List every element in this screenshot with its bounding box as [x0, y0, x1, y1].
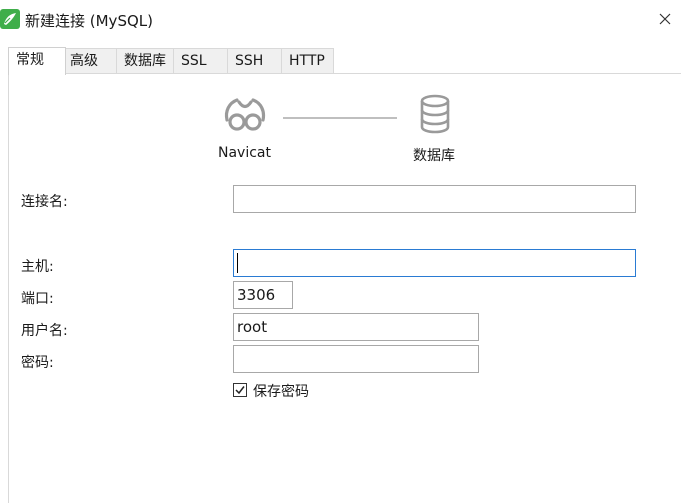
navicat-app-icon [0, 9, 20, 29]
username-label: 用户名: [21, 323, 68, 339]
tab-advanced[interactable]: 高级 [62, 48, 117, 73]
tab-database[interactable]: 数据库 [116, 48, 174, 73]
port-input[interactable] [233, 281, 293, 309]
connection-line [283, 117, 397, 119]
navicat-label: Navicat [218, 145, 271, 161]
title-bar: 新建连接 (MySQL) [0, 0, 681, 38]
save-password-checkbox[interactable] [233, 383, 247, 397]
save-password-label[interactable]: 保存密码 [253, 381, 309, 401]
username-input[interactable] [233, 313, 479, 341]
close-icon [659, 13, 671, 25]
tab-ssl[interactable]: SSL [173, 48, 228, 73]
general-tab-panel [8, 73, 681, 503]
checkmark-icon [235, 386, 245, 395]
connection-name-input[interactable] [233, 185, 636, 213]
tab-http[interactable]: HTTP [281, 48, 334, 73]
database-label: 数据库 [413, 148, 455, 164]
close-button[interactable] [651, 7, 679, 31]
tab-general[interactable]: 常规 [8, 47, 66, 75]
database-icon [420, 94, 450, 134]
connection-name-label: 连接名: [21, 194, 68, 210]
tab-ssh[interactable]: SSH [227, 48, 282, 73]
host-label: 主机: [21, 259, 54, 275]
password-label: 密码: [21, 355, 54, 371]
text-caret [237, 253, 238, 273]
navicat-logo-icon [224, 98, 266, 131]
port-label: 端口: [21, 291, 54, 307]
host-input[interactable] [233, 249, 636, 277]
tab-strip: 常规 高级 数据库 SSL SSH HTTP [0, 47, 681, 75]
password-input[interactable] [233, 345, 479, 373]
window-title: 新建连接 (MySQL) [25, 12, 153, 30]
